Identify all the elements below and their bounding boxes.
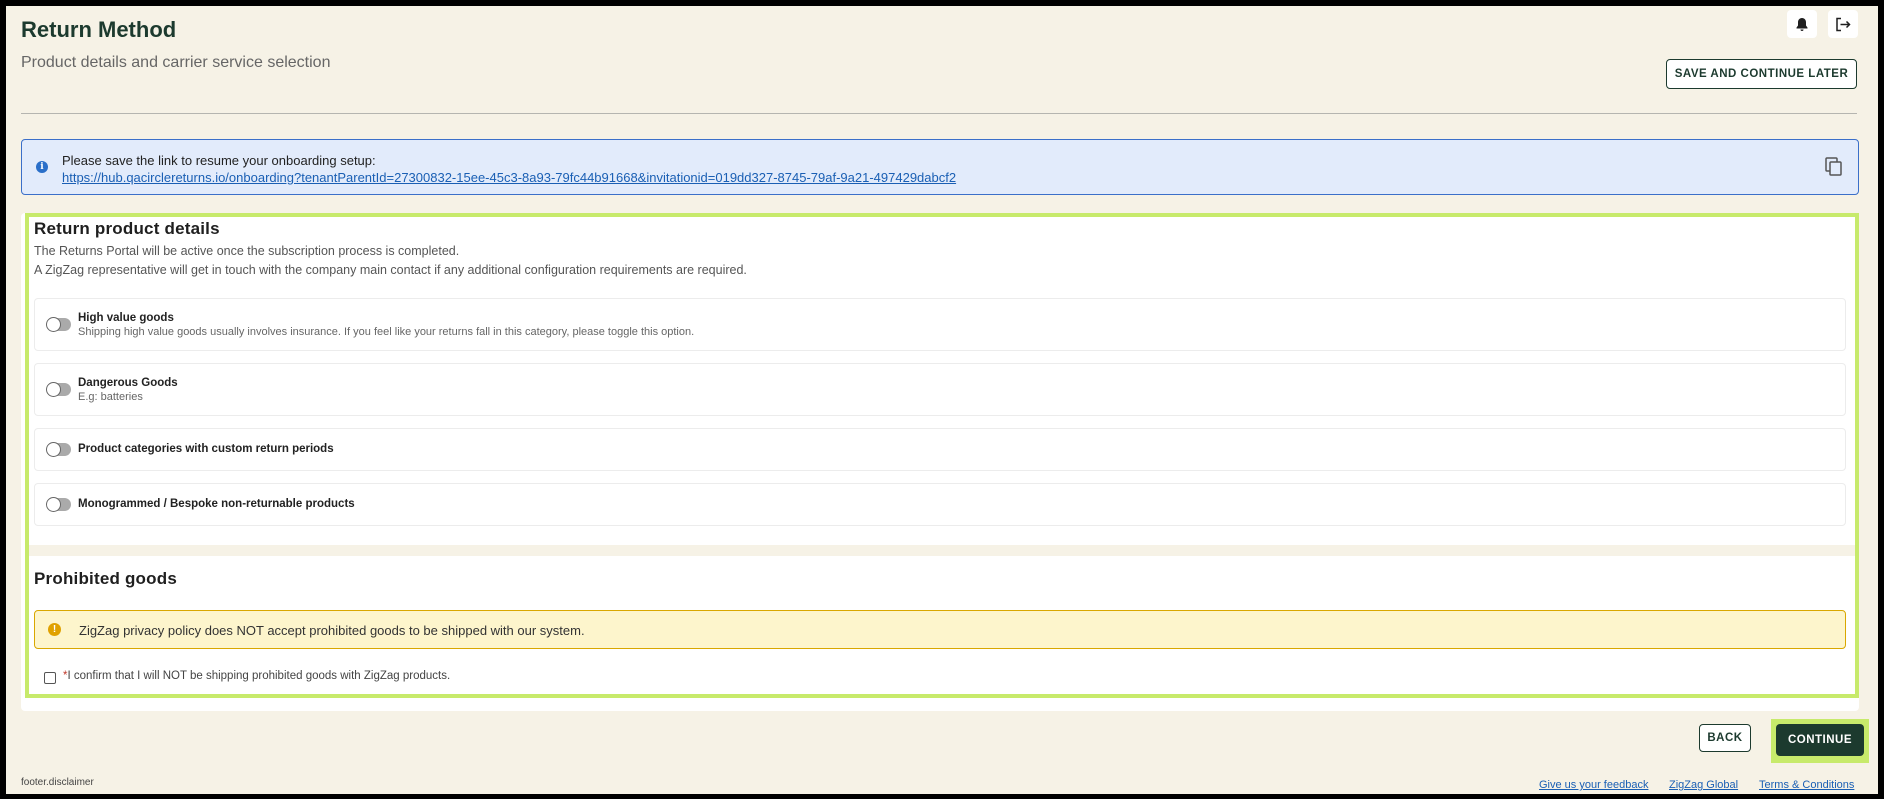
option-label: High value goods [78, 312, 174, 324]
option-description: Shipping high value goods usually involv… [78, 326, 695, 338]
onboarding-resume-link[interactable]: https://hub.qacirclereturns.io/onboardin… [62, 170, 956, 185]
info-message: Please save the link to resume your onbo… [62, 153, 376, 168]
logout-button[interactable] [1828, 10, 1858, 38]
option-label: Dangerous Goods [78, 377, 178, 389]
option-card-high-value-goods: High value goods Shipping high value goo… [34, 298, 1846, 351]
info-banner: i Please save the link to resume your on… [21, 139, 1859, 195]
option-label: Product categories with custom return pe… [78, 443, 334, 455]
prohibited-goods-warning: ! ZigZag privacy policy does NOT accept … [34, 610, 1846, 649]
back-button[interactable]: BACK [1699, 724, 1751, 752]
return-product-details-desc-2: A ZigZag representative will get in touc… [34, 263, 747, 277]
bell-icon [1796, 17, 1808, 31]
prohibited-goods-title: Prohibited goods [34, 569, 177, 588]
custom-return-periods-toggle[interactable] [46, 442, 71, 457]
save-and-continue-later-button[interactable]: SAVE AND CONTINUE LATER [1666, 59, 1857, 89]
high-value-goods-toggle[interactable] [46, 317, 71, 332]
header-divider [21, 113, 1857, 114]
option-card-monogrammed-products: Monogrammed / Bespoke non-returnable pro… [34, 483, 1846, 526]
return-product-details-desc-1: The Returns Portal will be active once t… [34, 244, 460, 258]
logout-icon [1836, 17, 1851, 31]
zigzag-global-link[interactable]: ZigZag Global [1669, 779, 1738, 791]
option-label: Monogrammed / Bespoke non-returnable pro… [78, 498, 355, 510]
warning-text: ZigZag privacy policy does NOT accept pr… [79, 623, 585, 638]
notifications-button[interactable] [1787, 10, 1817, 38]
warning-icon: ! [48, 623, 61, 636]
prohibited-goods-confirm-checkbox[interactable] [44, 672, 56, 684]
confirm-text: I confirm that I will NOT be shipping pr… [67, 670, 451, 682]
feedback-link[interactable]: Give us your feedback [1539, 779, 1648, 791]
page-subtitle: Product details and carrier service sele… [21, 54, 331, 71]
footer-disclaimer: footer.disclaimer [21, 777, 94, 788]
option-description: E.g: batteries [78, 391, 143, 403]
section-divider [25, 545, 1859, 556]
option-card-custom-return-periods: Product categories with custom return pe… [34, 428, 1846, 471]
page-title: Return Method [21, 17, 177, 42]
continue-button[interactable]: CONTINUE [1776, 724, 1864, 756]
return-product-details-title: Return product details [34, 219, 220, 238]
terms-link[interactable]: Terms & Conditions [1759, 779, 1854, 791]
prohibited-goods-confirm-label[interactable]: *I confirm that I will NOT be shipping p… [63, 670, 450, 682]
app-frame: Return Method Product details and carrie… [6, 6, 1878, 794]
monogrammed-products-toggle[interactable] [46, 497, 71, 512]
copy-icon[interactable] [1824, 156, 1844, 178]
info-icon: i [36, 161, 48, 173]
dangerous-goods-toggle[interactable] [46, 382, 71, 397]
option-card-dangerous-goods: Dangerous Goods E.g: batteries [34, 363, 1846, 416]
